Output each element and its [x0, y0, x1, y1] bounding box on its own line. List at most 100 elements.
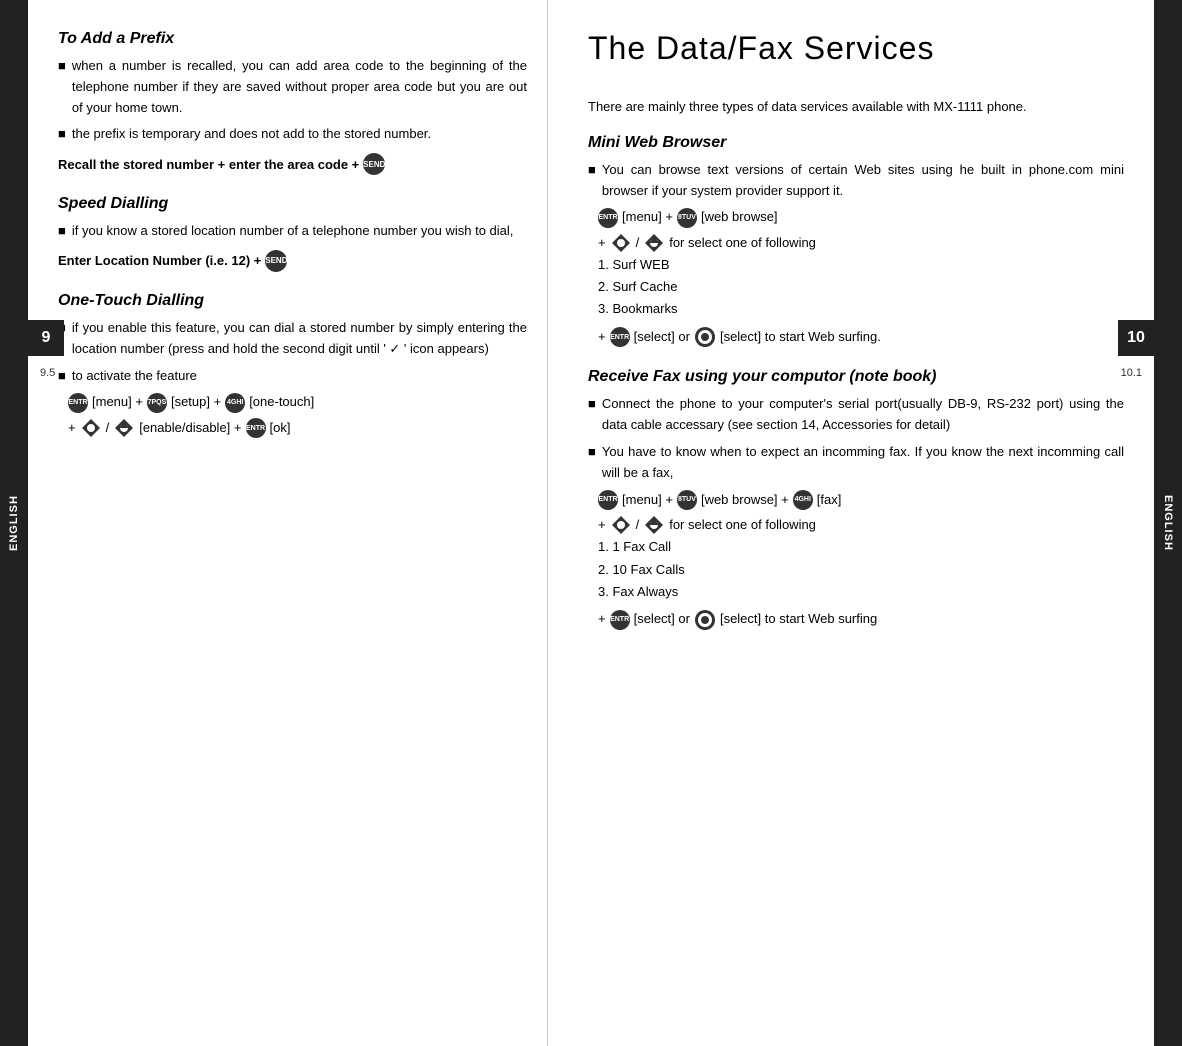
add-prefix-text-2: the prefix is temporary and does not add… — [72, 124, 527, 145]
left-column: To Add a Prefix ■ when a number is recal… — [28, 0, 548, 1046]
mini-web-step-1: ENTR [menu] + 8TUV [web browse] — [598, 207, 1124, 228]
fax-step-1: ENTR [menu] + 8TUV [web browse] + 4GHI [… — [598, 490, 1124, 511]
scroll-icon-2 — [694, 609, 716, 631]
one-touch-step-2: + / [enable/disable] + ENTR [ok] — [68, 417, 527, 439]
left-sub-badge: 9.5 — [36, 365, 59, 381]
enter-icon-2: ENTR — [246, 418, 266, 438]
mw-step1-t2: [web browse] — [701, 207, 778, 228]
enter-icon-4: ENTR — [610, 327, 630, 347]
right-sub-badge: 10.1 — [1117, 365, 1146, 381]
bullet-symbol-8: ■ — [588, 444, 596, 459]
mw-select1: [select] or — [634, 327, 690, 348]
nav-up-icon-2 — [643, 232, 665, 254]
add-prefix-bullet-1: ■ when a number is recalled, you can add… — [58, 56, 527, 118]
nav-diamond-icon — [80, 417, 102, 439]
speed-dialling-text: if you know a stored location number of … — [72, 221, 527, 242]
nav-up-icon — [113, 417, 135, 439]
enter-icon-3: ENTR — [598, 208, 618, 228]
section-add-prefix: To Add a Prefix ■ when a number is recal… — [58, 30, 527, 175]
speed-dialling-title: Speed Dialling — [58, 195, 527, 213]
nav-diamond-icon-2 — [610, 232, 632, 254]
fax-item-2: 2. 10 Fax Calls — [598, 559, 1124, 581]
fax-select1: [select] or — [634, 609, 690, 630]
section-mini-web: Mini Web Browser ■ You can browse text v… — [588, 134, 1124, 349]
enter-icon-6: ENTR — [610, 610, 630, 630]
send-button-icon: SEND — [363, 153, 385, 175]
receive-fax-bullet-2: ■ You have to know when to expect an inc… — [588, 442, 1124, 484]
fax-select2: [select] to start Web surfing — [720, 609, 877, 630]
mw-step1-t1: [menu] + — [622, 207, 673, 228]
speed-dialling-instruction: Enter Location Number (i.e. 12) + SEND — [58, 250, 527, 272]
right-side-tab: ENGLISH — [1154, 0, 1182, 1046]
enter-icon-5: ENTR — [598, 490, 618, 510]
nav-diamond-icon-3 — [610, 514, 632, 536]
section-speed-dialling: Speed Dialling ■ if you know a stored lo… — [58, 195, 527, 272]
bullet-symbol-7: ■ — [588, 396, 596, 411]
bullet-symbol: ■ — [58, 58, 66, 73]
mini-web-text: You can browse text versions of certain … — [602, 160, 1124, 202]
mw-select2: [select] to start Web surfing. — [720, 327, 881, 348]
mini-web-title: Mini Web Browser — [588, 134, 1124, 152]
left-chapter-badge: 9 — [28, 320, 64, 356]
send-button-icon-2: SEND — [265, 250, 287, 272]
one-touch-step-1: ENTR [menu] + 7PQS [setup] + 4GHI [one-t… — [68, 392, 527, 413]
bullet-symbol-2: ■ — [58, 126, 66, 141]
left-side-tab: ENGLISH — [0, 0, 28, 1046]
fax-step2-text: for select one of following — [669, 515, 816, 536]
right-column: The Data/Fax Services There are mainly t… — [548, 0, 1154, 1046]
mini-web-item-2: 2. Surf Cache — [598, 276, 1124, 298]
right-chapter-badge: 10 — [1118, 320, 1154, 356]
step2-text1: [enable/disable] + — [139, 418, 241, 439]
mini-web-item-3: 3. Bookmarks — [598, 298, 1124, 320]
step2-text2: [ok] — [270, 418, 291, 439]
fax-step-2: + / for select one of following — [598, 514, 1124, 536]
step1-text3: [one-touch] — [249, 392, 314, 413]
mini-web-step-2: + / for select one of following — [598, 232, 1124, 254]
fax-s1-t1: [menu] + — [622, 490, 673, 511]
section-one-touch: One-Touch Dialling ■ if you enable this … — [58, 292, 527, 439]
fax-item-3: 3. Fax Always — [598, 581, 1124, 603]
intro-text: There are mainly three types of data ser… — [588, 97, 1124, 118]
bullet-symbol-6: ■ — [588, 162, 596, 177]
one-touch-text-1: if you enable this feature, you can dial… — [72, 318, 527, 360]
add-prefix-instruction-text: Recall the stored number + enter the are… — [58, 157, 359, 172]
one-touch-bullet-2: ■ to activate the feature — [58, 366, 527, 387]
enter-icon-1: ENTR — [68, 393, 88, 413]
fax-item-1: 1. 1 Fax Call — [598, 536, 1124, 558]
mw-slash: / — [636, 233, 640, 254]
add-prefix-bullet-2: ■ the prefix is temporary and does not a… — [58, 124, 527, 145]
nav-up-icon-3 — [643, 514, 665, 536]
mw-step2-text: for select one of following — [669, 233, 816, 254]
add-prefix-text-1: when a number is recalled, you can add a… — [72, 56, 527, 118]
7pqs-icon: 7PQS — [147, 393, 167, 413]
bullet-symbol-3: ■ — [58, 223, 66, 238]
step1-text2: [setup] + — [171, 392, 221, 413]
add-prefix-instruction: Recall the stored number + enter the are… — [58, 153, 527, 175]
section-receive-fax: Receive Fax using your computor (note bo… — [588, 368, 1124, 630]
fax-plus: + — [598, 515, 606, 536]
one-touch-text-2: to activate the feature — [72, 366, 527, 387]
slash-separator: / — [106, 418, 110, 439]
step1-text1: [menu] + — [92, 392, 143, 413]
fax-final-plus: + — [598, 609, 606, 630]
mini-web-bullet: ■ You can browse text versions of certai… — [588, 160, 1124, 202]
fax-s1-t2: [web browse] + — [701, 490, 789, 511]
fax-final-step: + ENTR [select] or [select] to start Web… — [598, 609, 1124, 631]
one-touch-bullet-1: ■ if you enable this feature, you can di… — [58, 318, 527, 360]
receive-fax-bullet-1: ■ Connect the phone to your computer's s… — [588, 394, 1124, 436]
fax-s1-t3: [fax] — [817, 490, 842, 511]
one-touch-title: One-Touch Dialling — [58, 292, 527, 310]
fax-slash: / — [636, 515, 640, 536]
8tuv-icon: 8TUV — [677, 208, 697, 228]
add-prefix-title: To Add a Prefix — [58, 30, 527, 48]
receive-fax-text-2: You have to know when to expect an incom… — [602, 442, 1124, 484]
enter-location-text: Enter Location Number (i.e. 12) + — [58, 253, 261, 268]
scroll-icon — [694, 326, 716, 348]
page-title: The Data/Fax Services — [588, 30, 1124, 67]
step2-plus: + — [68, 418, 76, 439]
8tuv-icon-2: 8TUV — [677, 490, 697, 510]
4ghi-icon-2: 4GHI — [793, 490, 813, 510]
speed-dialling-bullet: ■ if you know a stored location number o… — [58, 221, 527, 242]
4ghi-icon: 4GHI — [225, 393, 245, 413]
mini-web-item-1: 1. Surf WEB — [598, 254, 1124, 276]
